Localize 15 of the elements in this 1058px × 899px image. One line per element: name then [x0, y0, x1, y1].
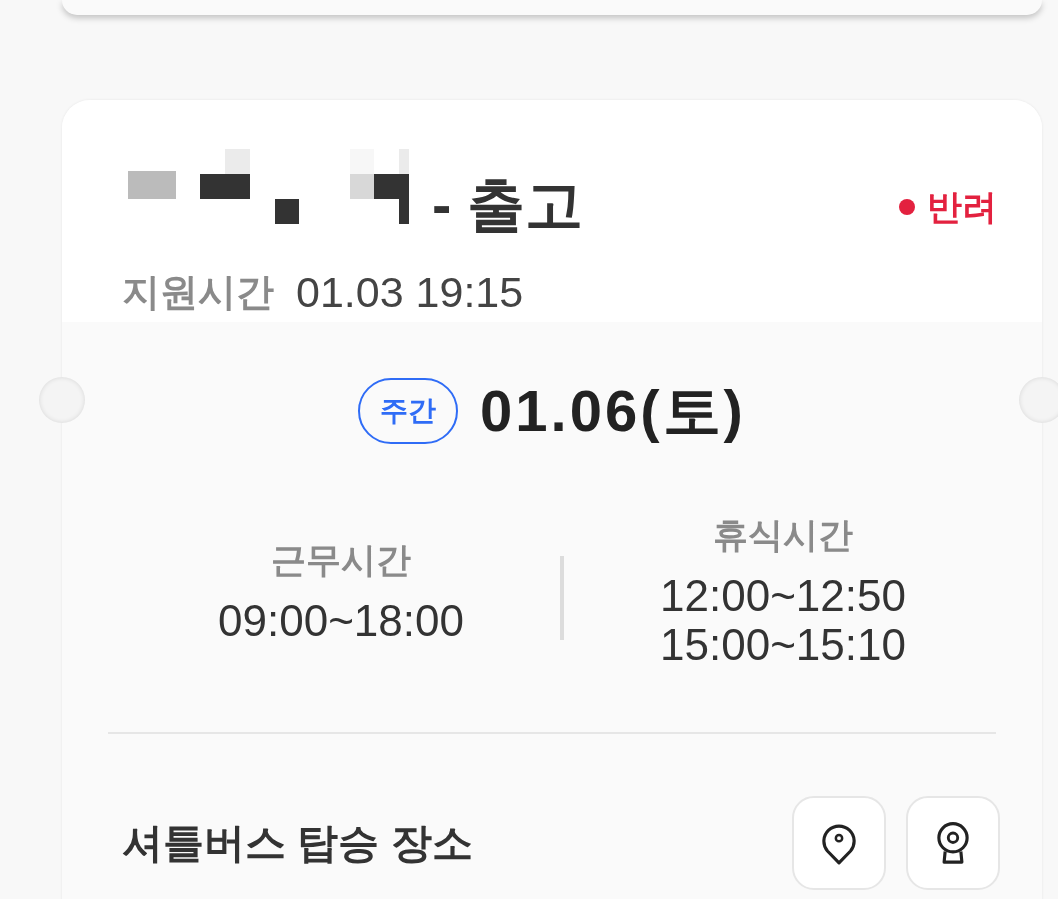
schedule-label: 휴식시간	[713, 514, 853, 556]
webcam-icon	[936, 822, 970, 864]
request-time-value: 01.03 19:15	[296, 268, 524, 316]
map-button[interactable]	[792, 796, 886, 890]
schedule-time: 15:00~15:10	[660, 620, 906, 669]
card-title: - 출고	[432, 171, 584, 239]
request-time-label: 지원시간	[122, 270, 274, 315]
camera-button[interactable]	[906, 796, 1000, 890]
status-label: 반려	[927, 186, 997, 228]
shift-date: 01.06(토)	[480, 378, 746, 444]
shift-badge: 주간	[358, 378, 459, 444]
shuttle-section-title: 셔틀버스 탑승 장소	[122, 818, 473, 868]
schedule-label: 근무시간	[271, 538, 411, 581]
schedule-time: 09:00~18:00	[218, 595, 464, 645]
schedule-time: 12:00~12:50	[660, 571, 906, 620]
